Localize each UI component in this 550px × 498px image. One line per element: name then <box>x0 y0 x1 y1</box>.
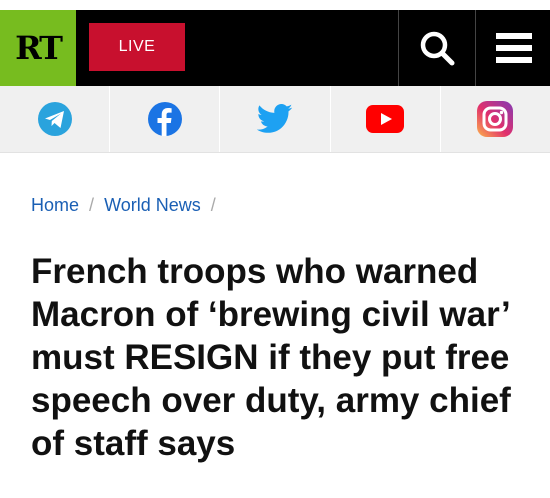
article-headline: French troops who warned Macron of ‘brew… <box>31 252 511 463</box>
youtube-icon <box>366 105 405 133</box>
search-button[interactable] <box>398 10 475 86</box>
facebook-link[interactable] <box>110 86 221 152</box>
telegram-link[interactable] <box>0 86 111 152</box>
breadcrumb: Home / World News / <box>31 195 221 216</box>
breadcrumb-separator: / <box>89 195 95 215</box>
youtube-link[interactable] <box>331 86 441 152</box>
breadcrumb-home[interactable]: Home <box>31 195 79 215</box>
instagram-icon <box>477 101 514 137</box>
telegram-icon <box>37 102 72 136</box>
breadcrumb-world-news[interactable]: World News <box>104 195 201 215</box>
live-button[interactable]: LIVE <box>89 23 185 71</box>
rt-logo[interactable]: RT <box>0 10 76 86</box>
instagram-link[interactable] <box>441 86 550 152</box>
twitter-link[interactable] <box>220 86 331 152</box>
twitter-icon <box>257 104 293 133</box>
search-icon <box>420 31 455 66</box>
menu-button[interactable] <box>475 10 550 86</box>
facebook-icon <box>147 102 182 136</box>
breadcrumb-separator: / <box>210 195 216 215</box>
hamburger-menu-icon <box>495 33 532 63</box>
social-links-bar <box>0 86 550 153</box>
logo-text: RT <box>15 29 63 67</box>
top-navigation-bar: RT LIVE <box>0 0 550 86</box>
